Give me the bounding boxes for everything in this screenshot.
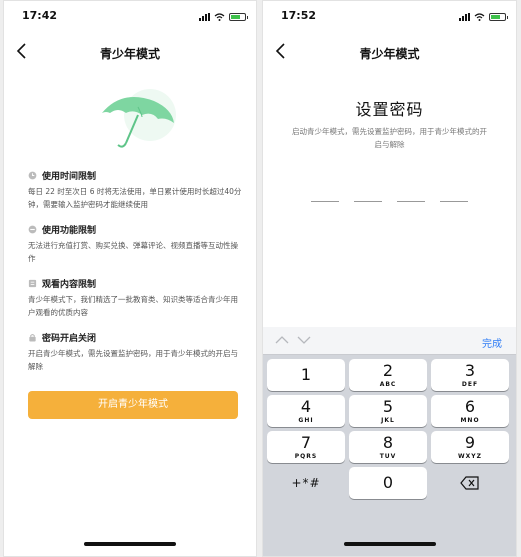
nav-bar: 青少年模式	[263, 37, 516, 65]
key-0[interactable]: 0	[349, 467, 427, 499]
key-letters: DEF	[461, 381, 479, 388]
set-password-description: 启动青少年模式，需先设置监护密码，用于青少年模式的开启与解除	[292, 127, 487, 149]
backspace-icon	[460, 476, 479, 490]
password-digit-slot	[354, 201, 382, 202]
key-9[interactable]: 9 WXYZ	[431, 431, 509, 463]
key-letters: JKL	[381, 417, 395, 424]
battery-icon	[489, 13, 508, 21]
section-title: 使用时间限制	[42, 172, 97, 182]
password-digit-slot	[440, 201, 468, 202]
key-number: 2	[382, 361, 394, 380]
section-title: 密码开启关闭	[42, 334, 97, 344]
key-2[interactable]: 2 ABC	[349, 359, 427, 391]
key-letters: MNO	[460, 417, 480, 424]
key-number: 0	[382, 473, 394, 492]
password-input[interactable]	[311, 201, 468, 202]
symbols-key[interactable]: +*#	[267, 467, 345, 499]
keyboard-toolbar: 完成	[263, 327, 516, 355]
page-title: 青少年模式	[359, 47, 420, 61]
battery-icon	[229, 13, 248, 21]
wifi-icon	[474, 13, 485, 21]
book-icon	[28, 279, 37, 288]
key-number: 5	[382, 397, 394, 416]
page-title: 青少年模式	[99, 47, 160, 61]
section-title: 观看内容限制	[42, 280, 97, 290]
key-letters: GHI	[298, 417, 314, 424]
key-letters: ABC	[379, 381, 397, 388]
numeric-keyboard: 完成 1 2 ABC 3 DEF 4 GHI 5 JKL 6 MNO 7 PQR…	[263, 327, 516, 556]
signal-icon	[199, 13, 210, 21]
section-password: 密码开启关闭 开启青少年模式，需先设置监护密码，用于青少年模式的开启与解除	[28, 331, 243, 373]
section-time-limit: 使用时间限制 每日 22 时至次日 6 时将无法使用，单日累计使用时长超过40分…	[28, 169, 243, 211]
home-indicator[interactable]	[84, 542, 176, 546]
status-bar: 17:52	[263, 1, 516, 27]
key-number: 6	[464, 397, 476, 416]
key-1[interactable]: 1	[267, 359, 345, 391]
key-number: 8	[382, 433, 394, 452]
chevron-down-icon[interactable]	[297, 335, 311, 345]
section-body: 每日 22 时至次日 6 时将无法使用，单日累计使用时长超过40分钟，需要输入监…	[28, 187, 242, 209]
key-3[interactable]: 3 DEF	[431, 359, 509, 391]
password-digit-slot	[397, 201, 425, 202]
key-number: 7	[300, 433, 312, 452]
key-4[interactable]: 4 GHI	[267, 395, 345, 427]
right-screen: 17:52 青少年模式 设置密码 启动青少年模式，需先设置监护密码，用于青少年模…	[262, 0, 517, 557]
section-function-limit: 使用功能限制 无法进行充值打赏、购买兑换、弹幕评论、视频直播等互动性操作	[28, 223, 243, 265]
key-number: 3	[464, 361, 476, 380]
chevron-up-icon[interactable]	[275, 335, 289, 345]
block-icon	[28, 225, 37, 234]
key-letters: WXYZ	[458, 453, 482, 460]
signal-icon	[459, 13, 470, 21]
set-password-heading: 设置密码	[355, 100, 424, 119]
nav-bar: 青少年模式	[4, 37, 256, 65]
section-content-limit: 观看内容限制 青少年模式下，我们精选了一批教育类、知识类等适合青少年用户观看的优…	[28, 277, 243, 319]
key-5[interactable]: 5 JKL	[349, 395, 427, 427]
section-body: 无法进行充值打赏、购买兑换、弹幕评论、视频直播等互动性操作	[28, 241, 238, 263]
section-body: 开启青少年模式，需先设置监护密码，用于青少年模式的开启与解除	[28, 349, 238, 371]
status-time: 17:52	[281, 9, 317, 22]
password-digit-slot	[311, 201, 339, 202]
home-indicator[interactable]	[343, 542, 436, 546]
key-number: 1	[300, 365, 312, 384]
lock-icon	[29, 334, 36, 342]
key-6[interactable]: 6 MNO	[431, 395, 509, 427]
section-title: 使用功能限制	[42, 226, 97, 236]
key-8[interactable]: 8 TUV	[349, 431, 427, 463]
umbrella-illustration	[102, 89, 176, 148]
status-bar: 17:42	[4, 1, 256, 27]
status-icons	[459, 11, 508, 21]
status-time: 17:42	[22, 9, 58, 22]
key-number: 4	[300, 397, 312, 416]
status-icons	[199, 11, 248, 21]
enable-youth-mode-button[interactable]: 开启青少年模式	[28, 391, 238, 419]
wifi-icon	[214, 13, 225, 21]
left-screen: 17:42 青少年模式 使用时间限制 每日 22 时至次日 6 时将无法使用，单…	[3, 0, 257, 557]
section-body: 青少年模式下，我们精选了一批教育类、知识类等适合青少年用户观看的优质内容	[28, 295, 238, 317]
restriction-sections: 使用时间限制 每日 22 时至次日 6 时将无法使用，单日累计使用时长超过40分…	[28, 169, 243, 385]
clock-icon	[28, 171, 37, 180]
key-7[interactable]: 7 PQRS	[267, 431, 345, 463]
key-letters: TUV	[379, 453, 397, 460]
symbols-label: +*#	[291, 476, 321, 490]
done-button[interactable]: 完成	[482, 335, 502, 350]
backspace-key[interactable]	[431, 467, 509, 499]
key-number: 9	[464, 433, 476, 452]
key-letters: PQRS	[294, 453, 318, 460]
